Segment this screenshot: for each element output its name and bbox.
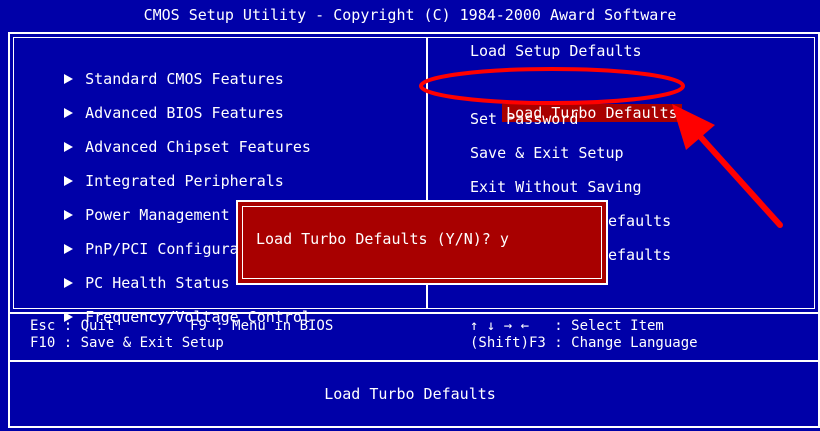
menu-item-advanced-chipset[interactable]: Advanced Chipset Features [28,105,311,156]
menu-item-standard-cmos[interactable]: Standard CMOS Features [28,37,284,88]
menu-item-power-management[interactable]: Power Management Setup [28,173,284,224]
help-arrows: ↑ ↓ → ← : Select Item [470,318,664,334]
menu-item-load-turbo-defaults[interactable]: Load Turbo Defaults [470,71,682,122]
menu-item-integrated-peripherals[interactable]: Integrated Peripherals [28,139,284,190]
menu-item-exit-without-saving[interactable]: Exit Without Saving [470,173,642,201]
dialog-prompt[interactable]: Load Turbo Defaults (Y/N)? y [256,230,509,248]
bios-screen: CMOS Setup Utility - Copyright (C) 1984-… [0,0,820,431]
menu-item-save-exit[interactable]: Save & Exit Setup [470,139,624,167]
menu-item-pc-health[interactable]: PC Health Status [28,241,230,292]
help-esc: Esc : Quit [30,318,115,334]
menu-item-load-setup-defaults[interactable]: Load Setup Defaults [470,37,642,65]
menu-item-advanced-bios[interactable]: Advanced BIOS Features [28,71,284,122]
menu-item-pnp-pci[interactable]: PnP/PCI Configura [28,207,239,258]
help-f9: F9 : Menu in BIOS [190,318,334,334]
menu-item-obscured-2[interactable]: efaults [608,241,671,269]
help-shift-f3: (Shift)F3 : Change Language [470,335,698,351]
menu-item-obscured-1[interactable]: efaults [608,207,671,235]
help-f10: F10 : Save & Exit Setup [30,335,224,351]
status-line: Load Turbo Defaults [324,385,496,403]
menu-item-set-password[interactable]: Set Password [470,105,578,133]
window-title: CMOS Setup Utility - Copyright (C) 1984-… [0,0,820,30]
confirm-dialog[interactable]: Load Turbo Defaults (Y/N)? y [236,200,608,285]
